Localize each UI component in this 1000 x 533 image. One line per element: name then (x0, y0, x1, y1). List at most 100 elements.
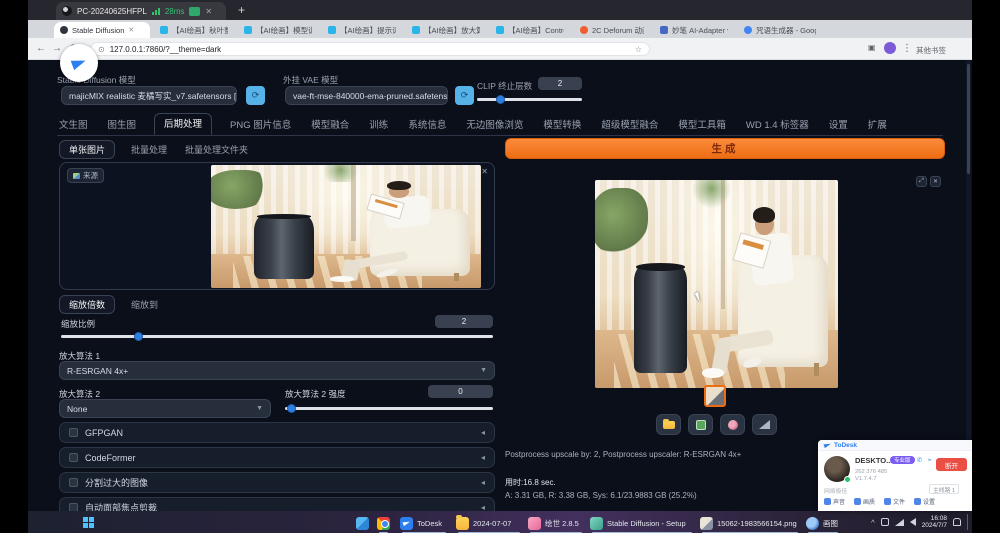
open-folder-button[interactable] (656, 414, 681, 435)
taskbar-png-viewer[interactable]: 15062-1983566154.png (700, 515, 800, 531)
upscaler2-strength-slider[interactable] (285, 404, 493, 413)
show-desktop-strip[interactable] (967, 514, 969, 530)
chat-icon[interactable]: ➣ (927, 456, 932, 464)
taskbar-folder[interactable]: 2024-07-07 (456, 515, 522, 531)
latency-value: 28ms (165, 7, 185, 16)
tab-scale-to[interactable]: 缩放到 (129, 296, 160, 313)
tab-checkpoint-merger[interactable]: 模型融合 (309, 115, 351, 135)
subtab-batch-process[interactable]: 批量处理 (129, 141, 169, 158)
notification-bell-icon[interactable] (953, 518, 961, 526)
disconnect-button[interactable]: 断开 (936, 458, 967, 471)
clip-skip-slider[interactable] (477, 95, 582, 104)
gfpgan-checkbox[interactable] (69, 428, 78, 437)
browser-tab[interactable]: 【AI绘画】模型训练入门教程 - 哔哩哔哩 (238, 22, 318, 38)
clear-source-icon[interactable]: ✕ (481, 167, 488, 176)
tab-model-toolkit[interactable]: 模型工具箱 (676, 115, 728, 135)
volume-icon[interactable] (910, 518, 916, 526)
tray-expand-icon[interactable]: ^ (871, 518, 875, 527)
upscaler2-strength-value[interactable]: 0 (428, 385, 493, 398)
vae-dropdown[interactable]: vae-ft-mse-840000-ema-pruned.safetensors… (285, 86, 448, 105)
voice-call-icon[interactable]: ✆ (917, 456, 922, 464)
settings-action[interactable]: 设置 (914, 497, 935, 506)
source-image-dropzone[interactable]: 来源 ✕ (59, 162, 495, 290)
tab-extras[interactable]: 后期处理 (154, 113, 212, 135)
taskbar-clock[interactable]: 16:08 2024/7/7 (922, 515, 947, 529)
browser-tab[interactable]: 2C Deforum 动画教程 (574, 22, 650, 38)
file-transfer-action[interactable]: 文件 (884, 497, 905, 506)
tab-train[interactable]: 训练 (367, 115, 390, 135)
wifi-icon[interactable] (895, 519, 904, 526)
tab-wd-tagger[interactable]: WD 1.4 标签器 (744, 115, 811, 135)
browser-tab[interactable]: 【AI绘画】放大算法对比测试 - 哔哩哔哩 (406, 22, 486, 38)
resize-value[interactable]: 2 (435, 315, 493, 328)
auto-focal-crop-checkbox[interactable] (69, 503, 78, 511)
other-bookmarks[interactable]: 其他书签 (916, 45, 946, 56)
refresh-sd-model-button[interactable]: ⟳ (246, 86, 265, 105)
browser-tab[interactable]: 【AI绘画】ControlNet 使用教程 - 哔哩哔哩 (490, 22, 570, 38)
tab-img2img[interactable]: 图生图 (106, 115, 139, 135)
expand-gallery-icon[interactable]: ⤢ (916, 176, 927, 187)
route-chip[interactable]: 主线路 1 (929, 484, 959, 494)
tab-model-converter[interactable]: 模型转换 (541, 115, 583, 135)
upscaler1-dropdown[interactable]: R-ESRGAN 4x+▼ (59, 361, 495, 380)
tab-png-info[interactable]: PNG 图片信息 (228, 115, 293, 135)
browser-tab[interactable]: 【AI绘画】秋叶整合包安装教程 - 哔哩哔哩 (154, 22, 234, 38)
accordion-split-oversized[interactable]: 分割过大的图像 ◂ (59, 472, 495, 493)
upscaler2-dropdown[interactable]: None▼ (59, 399, 271, 418)
accordion-auto-focal-crop[interactable]: 自动面部焦点剪裁 ◂ (59, 497, 495, 511)
generate-button[interactable]: 生成 (505, 138, 945, 159)
sound-action[interactable]: 声音 (824, 497, 845, 506)
todesk-floating-ball[interactable] (60, 44, 98, 82)
back-icon[interactable]: ← (36, 43, 46, 54)
remote-session-tab[interactable]: PC-20240625HFPL 28ms ✕ (56, 2, 226, 20)
close-session-icon[interactable]: ✕ (205, 7, 212, 16)
browser-tab-active[interactable]: Stable Diffusion ✕ (54, 22, 150, 38)
task-view-button[interactable] (356, 515, 369, 531)
codeformer-checkbox[interactable] (69, 453, 78, 462)
taskbar-todesk[interactable]: ToDesk (400, 515, 448, 531)
tray-monitor-icon[interactable] (881, 518, 889, 526)
palette-icon (728, 420, 738, 430)
close-gallery-icon[interactable]: ✕ (930, 176, 941, 187)
refresh-vae-button[interactable]: ⟳ (455, 86, 474, 105)
output-image[interactable] (595, 180, 838, 388)
url-bar[interactable]: ⊙ 127.0.0.1:7860/?__theme=dark ☆ (90, 42, 650, 56)
tab-scale-by[interactable]: 缩放倍数 (59, 295, 115, 314)
profile-avatar[interactable] (884, 42, 896, 54)
tab-infinite-image-browser[interactable]: 无边图像浏览 (464, 115, 525, 135)
browser-menu-icon[interactable]: ⋮ (902, 43, 912, 54)
subtab-batch-from-directory[interactable]: 批量处理文件夹 (183, 141, 250, 158)
taskbar-paint[interactable]: 画图 (806, 515, 840, 531)
tab-settings[interactable]: 设置 (827, 115, 850, 135)
bookmark-star-icon[interactable]: ☆ (635, 45, 642, 54)
side-panel-icon[interactable]: ▣ (868, 43, 876, 52)
save-button[interactable] (688, 414, 713, 435)
browser-tab[interactable]: 妙笔 AI-Adapter 使用指南 (654, 22, 734, 38)
new-session-button[interactable]: + (238, 3, 245, 17)
tab-system-info[interactable]: 系统信息 (406, 115, 448, 135)
site-info-icon[interactable]: ⊙ (98, 45, 105, 54)
tab-extensions[interactable]: 扩展 (866, 115, 889, 135)
browser-tab[interactable]: 咒语生成器 - Google 搜索 (738, 22, 822, 38)
tab-txt2img[interactable]: 文生图 (57, 115, 90, 135)
clip-skip-value[interactable]: 2 (538, 77, 582, 90)
ruler-button[interactable] (752, 414, 777, 435)
split-oversized-checkbox[interactable] (69, 478, 78, 487)
quality-action[interactable]: 画质 (854, 497, 875, 506)
accordion-codeformer[interactable]: CodeFormer ◂ (59, 447, 495, 468)
subtab-single-image[interactable]: 单张图片 (59, 140, 115, 159)
taskbar-launcher[interactable]: 绘世 2.8.5 (528, 515, 584, 531)
browser-tab[interactable]: 【AI绘画】提示词进阶教程 - 哔哩哔哩 (322, 22, 402, 38)
forward-icon[interactable]: → (52, 43, 62, 54)
resize-slider[interactable] (61, 332, 493, 341)
tab-super-merger[interactable]: 超级模型融合 (599, 115, 660, 135)
start-button[interactable] (83, 517, 94, 528)
taskbar-chrome[interactable] (377, 515, 390, 531)
gallery-thumbnail[interactable] (704, 385, 726, 407)
palette-button[interactable] (720, 414, 745, 435)
taskbar-sd-console[interactable]: Stable Diffusion - Setup (590, 515, 694, 531)
accordion-gfpgan[interactable]: GFPGAN ◂ (59, 422, 495, 443)
todesk-panel[interactable]: ToDesk DESKTO... 专业版 ✆ ➣ 262 376 485 V1.… (818, 440, 972, 511)
sd-model-dropdown[interactable]: majicMIX realistic 麦橘写实_v7.safetensors [… (61, 86, 237, 105)
tab-close-icon[interactable]: ✕ (128, 26, 134, 34)
